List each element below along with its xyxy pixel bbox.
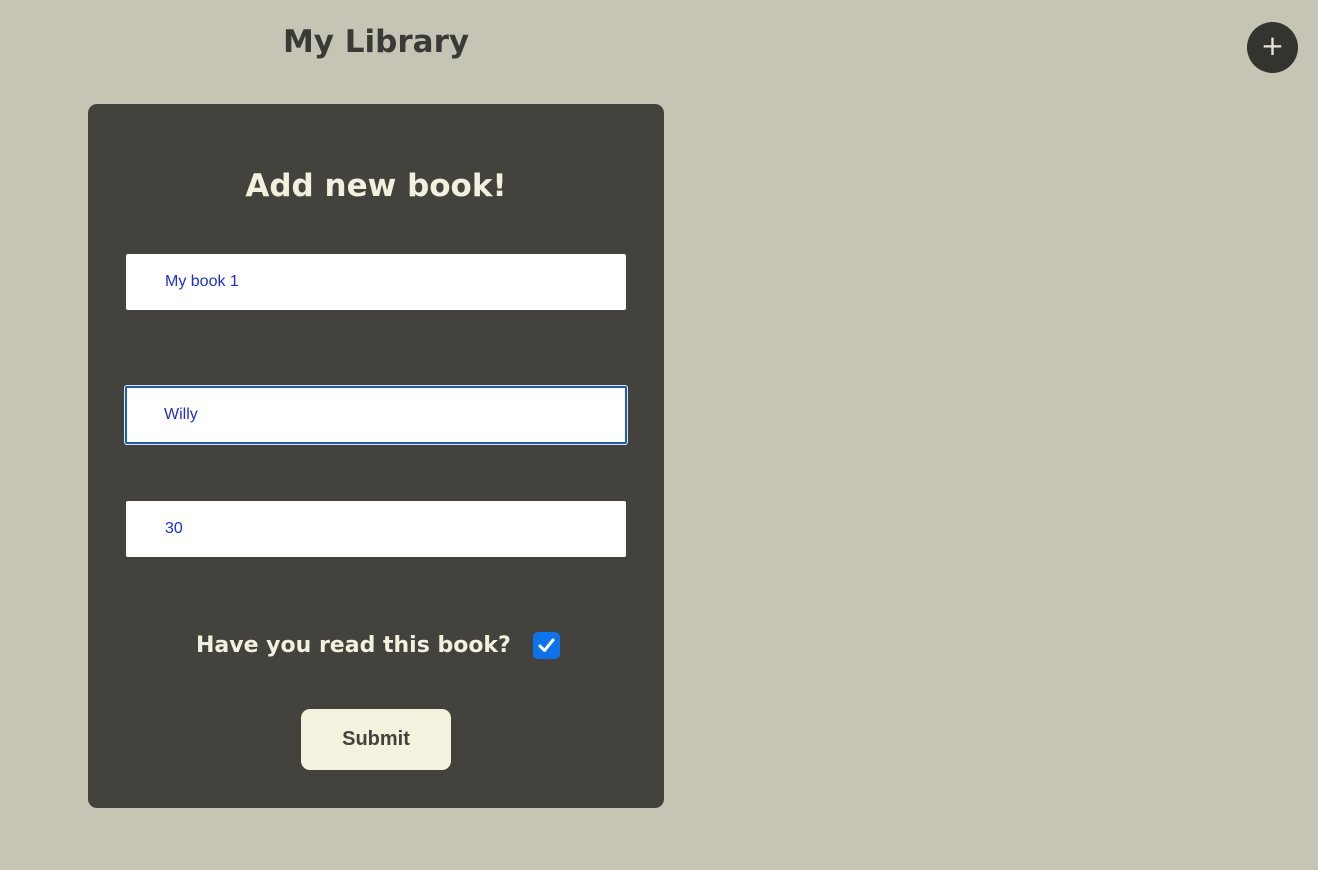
read-checkbox[interactable] [533,632,560,659]
add-book-form: Add new book! Have you read this book? S… [88,104,664,808]
page-title: My Library [282,24,470,60]
author-input[interactable] [125,386,627,444]
pages-input[interactable] [126,501,626,557]
checkmark-icon [538,638,555,652]
form-heading: Add new book! [245,168,507,204]
add-book-button[interactable]: + [1247,22,1298,73]
title-input[interactable] [126,254,626,310]
submit-button[interactable]: Submit [301,709,451,770]
read-question-label: Have you read this book? [196,633,511,658]
plus-icon: + [1260,29,1285,62]
